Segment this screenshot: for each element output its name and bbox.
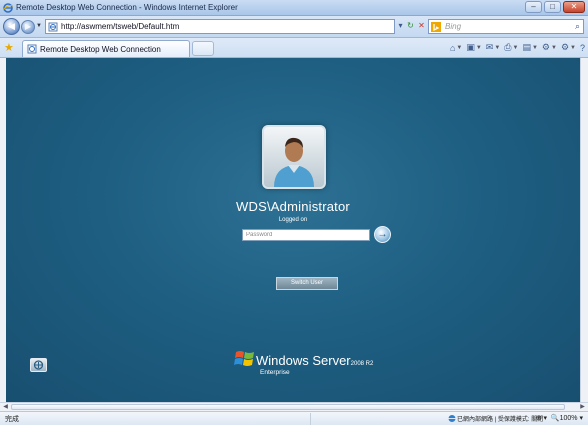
- ie-logo-icon: [3, 3, 13, 13]
- safety-menu-icon[interactable]: ⚙ ▼: [542, 41, 557, 54]
- title-bar: Remote Desktop Web Connection - Windows …: [0, 0, 588, 16]
- search-icon[interactable]: ⌕: [575, 21, 580, 32]
- url-text[interactable]: http://aswmem/tsweb/Default.htm: [61, 22, 179, 31]
- zoom-level[interactable]: ⊕ ▾ 🔍100% ▾: [536, 414, 583, 422]
- minimize-button[interactable]: –: [525, 1, 542, 13]
- product-name: Windows Server2008 R2: [256, 353, 374, 368]
- password-input[interactable]: [242, 229, 370, 241]
- status-bar: 完成 已網內部網路 | 受保護模式: 關閉 ⊕ ▾ 🔍100% ▾: [0, 411, 588, 425]
- recent-pages-dropdown-icon[interactable]: ▼: [36, 23, 42, 29]
- print-icon[interactable]: ⎙ ▼: [504, 41, 518, 54]
- new-tab-button[interactable]: [192, 41, 214, 56]
- page-icon: [48, 22, 58, 32]
- product-version: 2008 R2: [350, 361, 374, 367]
- close-button[interactable]: ✕: [563, 1, 585, 13]
- ease-of-access-button[interactable]: [30, 358, 47, 372]
- ease-of-access-icon: [33, 360, 44, 370]
- zoom-value[interactable]: 100%: [560, 415, 578, 422]
- submit-arrow-button[interactable]: →: [374, 226, 391, 243]
- user-avatar: [262, 125, 326, 189]
- stop-icon[interactable]: ✕: [415, 19, 428, 34]
- forward-button[interactable]: ▶: [21, 20, 35, 34]
- remote-desktop-login-page: WDS\Administrator Logged on → Switch Use…: [6, 58, 580, 402]
- window-title: Remote Desktop Web Connection - Windows …: [16, 3, 238, 12]
- mail-icon[interactable]: ✉ ▼: [486, 41, 501, 54]
- home-icon[interactable]: ⌂ ▼: [450, 41, 462, 54]
- scroll-left-icon[interactable]: ◀: [1, 403, 10, 411]
- search-placeholder: Bing: [445, 22, 462, 31]
- page-menu-icon[interactable]: ▤ ▼: [522, 41, 537, 54]
- tools-menu-icon[interactable]: ⚙ ▼: [561, 41, 576, 54]
- tab-remote-desktop[interactable]: Remote Desktop Web Connection: [22, 40, 190, 57]
- back-button[interactable]: ◀: [3, 18, 20, 35]
- favorites-star-icon[interactable]: ★: [4, 41, 14, 54]
- search-box[interactable]: Bing ⌕: [428, 19, 584, 34]
- navigation-bar: ◀ ▶ ▼ http://aswmem/tsweb/Default.htm ▾ …: [0, 16, 588, 38]
- horizontal-scrollbar[interactable]: ◀ ▶: [0, 402, 588, 411]
- user-name: WDS\Administrator: [236, 199, 350, 214]
- security-zone-text: 已網內部網路 | 受保護模式: 關閉: [457, 417, 544, 423]
- tab-label: Remote Desktop Web Connection: [40, 45, 161, 54]
- windows-flag-icon: [234, 351, 254, 366]
- status-text: 完成: [5, 416, 19, 423]
- command-bar: ★ Remote Desktop Web Connection ⌂ ▼ ▣ ▼ ✉ ▼…: [0, 38, 588, 58]
- scroll-thumb[interactable]: [11, 404, 565, 410]
- switch-user-button[interactable]: Switch User: [276, 277, 338, 290]
- product-edition: Enterprise: [260, 369, 290, 376]
- logon-status: Logged on: [278, 217, 308, 223]
- status-separator: [310, 413, 455, 425]
- address-bar[interactable]: http://aswmem/tsweb/Default.htm: [45, 19, 395, 34]
- feeds-icon[interactable]: ▣ ▼: [466, 41, 481, 54]
- help-icon[interactable]: ?: [580, 41, 585, 54]
- maximize-button[interactable]: □: [544, 1, 561, 13]
- security-zone-icon: [448, 415, 456, 422]
- vertical-scrollbar[interactable]: [580, 58, 588, 402]
- scroll-right-icon[interactable]: ▶: [578, 403, 587, 411]
- bing-logo-icon: [431, 22, 441, 32]
- user-avatar-icon: [274, 137, 314, 187]
- page-icon: [27, 44, 37, 54]
